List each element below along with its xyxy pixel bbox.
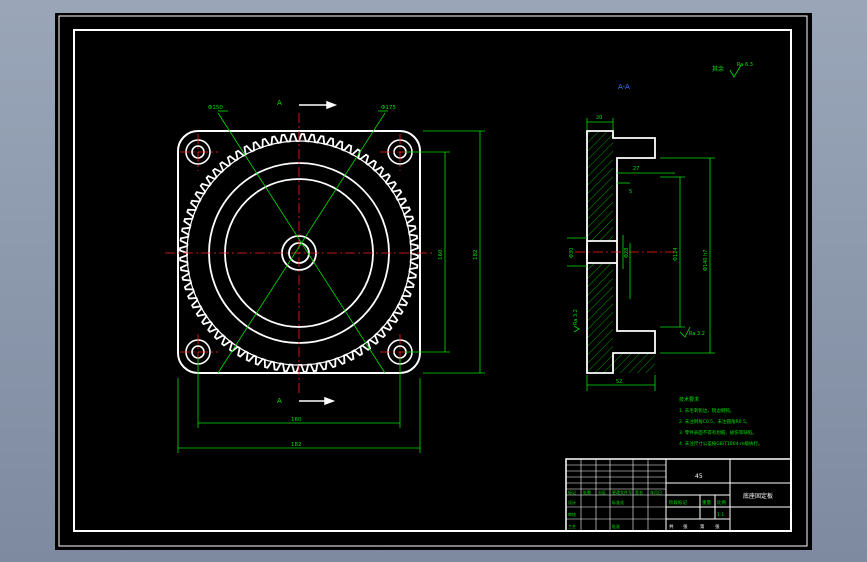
scale-value: 1:1: [717, 512, 724, 518]
process-label: 工艺: [568, 524, 576, 529]
sheet-label: 第: [700, 523, 705, 530]
dim-bottom: 52: [616, 379, 622, 385]
tech-note: 4. 未注尺寸公差按GB/T1804-m级执行。: [679, 440, 763, 447]
tech-notes: 技术要求 1. 去毛刺锐边，锐边倒钝。 2. 未注倒角C0.5，未注圆角R0.5…: [679, 396, 763, 447]
dim-width-outer: 182: [291, 442, 302, 448]
row-label: 年月日: [650, 489, 662, 495]
row-label: 分区: [598, 489, 606, 495]
dim-height-outer: 182: [473, 250, 479, 261]
section-view: A-A 20 5 27 Φ30 Φ28 Φ124 Φ140 h7 52 Ra 3…: [567, 83, 715, 391]
cad-drawing: 其余 Ra 6.3 A A Φ150 Φ175 160 182 160 182 …: [58, 15, 808, 547]
row-label: 标记: [568, 489, 576, 495]
scale-label: 比例: [717, 499, 726, 506]
title-block: 45 底座固定板 阶段标记 重量 比例 1:1 共 张 第 张 标记 处数 分区…: [565, 458, 792, 532]
row-label: 签名: [635, 489, 643, 495]
dim-hub-diameter: Φ30: [569, 248, 575, 258]
dim-outer-diameter: Φ175: [381, 105, 396, 111]
roughness-prefix: 其余: [712, 65, 724, 73]
approve-label: 批准: [612, 523, 620, 529]
roughness-left-icon: [573, 325, 580, 333]
dim-small: 27: [633, 166, 639, 172]
roughness-note: 其余 Ra 6.3: [712, 62, 753, 78]
dim-step: 5: [629, 189, 632, 195]
tech-note: 1. 去毛刺锐边，锐边倒钝。: [679, 407, 734, 414]
tech-note: 3. 零件表面不得有划痕、碰伤等缺陷。: [679, 429, 757, 436]
section-mark-top: A: [277, 99, 282, 107]
dim-bolt-circle: Φ150: [208, 105, 223, 111]
tech-note: 2. 未注倒角C0.5，未注圆角R0.5。: [679, 418, 750, 425]
section-hatch-bottom: [613, 353, 655, 373]
dim-d124: Φ124: [673, 248, 679, 261]
outer-border: [58, 15, 808, 547]
row-label: 更改文件号: [612, 489, 632, 495]
dim-width-inner: 160: [291, 417, 302, 423]
standardize-label: 标准化: [612, 499, 624, 505]
design-label: 设计: [568, 499, 576, 505]
sheet-label: 张: [715, 523, 720, 530]
tech-notes-title: 技术要求: [679, 396, 699, 403]
front-view: A A Φ150 Φ175 160 182 160 182: [165, 99, 485, 453]
section-label: A-A: [618, 83, 630, 91]
dim-d140: Φ140 h7: [703, 250, 709, 271]
sheet-label: 共: [669, 523, 674, 530]
dim-bore-diameter: Φ28: [624, 248, 630, 258]
inner-border: [73, 29, 792, 532]
material: 45: [695, 473, 703, 480]
section-mark-bottom: A: [277, 397, 282, 405]
title-block-grid: [566, 459, 666, 531]
row-label: 处数: [583, 489, 591, 495]
dim-height-inner: 160: [438, 249, 444, 260]
roughness-value: Ra 6.3: [737, 62, 753, 68]
drawing-sheet: 其余 Ra 6.3 A A Φ150 Φ175 160 182 160 182 …: [55, 13, 812, 550]
dim-top-thickness: 20: [596, 115, 602, 121]
roughness-left: Ra 3.2: [573, 309, 579, 325]
roughness-right: Ra 3.2: [689, 331, 705, 337]
part-name: 底座固定板: [743, 492, 773, 500]
weight-label: 重量: [702, 499, 711, 506]
review-label: 审核: [568, 511, 576, 517]
stage-label: 阶段标记: [669, 499, 687, 506]
sheet-label: 张: [683, 523, 688, 530]
